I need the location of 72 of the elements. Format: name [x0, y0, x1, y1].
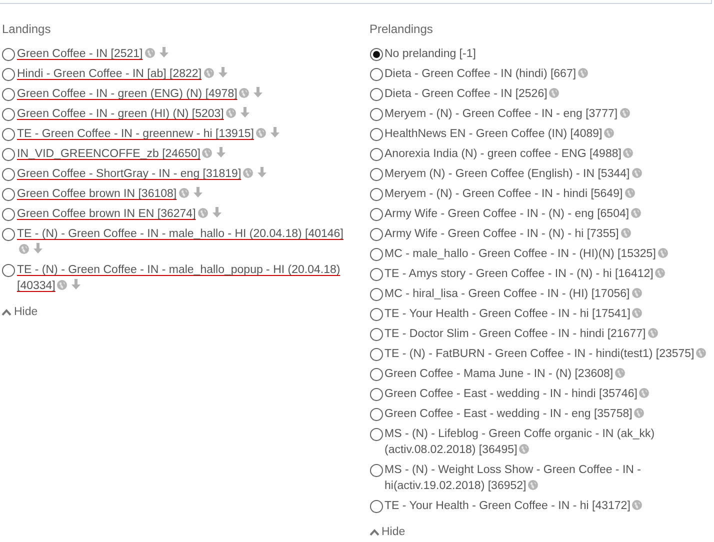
prelanding-label[interactable]: Anorexia India (N) - green coffee - ENG [4988]: [384, 146, 634, 162]
prelanding-label[interactable]: Green Coffee - Mama June - IN - (N) [23608]: [384, 366, 626, 382]
prelanding-label[interactable]: Meryem - (N) - Green Coffee - IN - hindi [5649]: [384, 186, 635, 202]
prelanding-label[interactable]: MS - (N) - Weight Loss Show - Green Coffee - IN - hi(activ.19.02.2018) [36952]: [384, 462, 714, 494]
radio-button[interactable]: [370, 128, 382, 141]
radio-button[interactable]: [2, 188, 15, 201]
radio-button[interactable]: [370, 68, 382, 81]
section-title: Prelandings: [370, 21, 434, 38]
radio-button[interactable]: [370, 188, 382, 201]
radio-button[interactable]: [370, 108, 382, 121]
radio-button[interactable]: [2, 88, 15, 101]
prelanding-label[interactable]: MS - (N) - Lifeblog - Green Coffe organic - IN (ak_kk) (activ.08.02.2018) [36495]: [384, 426, 714, 458]
prelanding-label[interactable]: Army Wife - Green Coffee - IN - (N) - eng [6504]: [384, 206, 642, 222]
landing-link[interactable]: Green Coffee - ShortGray - IN - eng [31819]: [17, 166, 268, 182]
hide-button[interactable]: Hide: [2, 304, 38, 322]
prelanding-label[interactable]: Green Coffee - East - wedding - IN - hindi [35746]: [384, 386, 650, 402]
prelanding-label[interactable]: Dieta - Green Coffee - IN [2526]: [384, 86, 560, 102]
prelanding-label[interactable]: TE - Doctor Slim - Green Coffee - IN - hindi [21677]: [384, 326, 658, 342]
landing-link[interactable]: Green Coffee brown IN EN [36274]: [17, 206, 222, 222]
landing-link[interactable]: Hindi - Green Coffee - IN [ab] [2822]: [17, 66, 228, 82]
prelanding-label[interactable]: Meryem (N) - Green Coffee (English) - IN [5344]: [384, 166, 642, 182]
section-title: Landings: [2, 21, 52, 38]
prelanding-label[interactable]: Meryem - (N) - Green Coffee - IN - eng [3777]: [384, 106, 630, 122]
radio-button[interactable]: [370, 168, 382, 181]
radio-button[interactable]: [370, 428, 382, 441]
radio-button[interactable]: [370, 388, 382, 401]
landing-link[interactable]: TE - (N) - Green Coffee - IN - male_hallo - HI (20.04.18) [40146]: [17, 226, 344, 258]
chevron-up-icon: [370, 529, 378, 536]
prelanding-label[interactable]: TE - Your Health - Green Coffee - IN - hi [17541]: [384, 306, 642, 322]
prelanding-label[interactable]: TE - Your Health - Green Coffee - IN - hi [43172]: [384, 498, 642, 514]
landing-link[interactable]: IN_VID_GREENCOFFE_zb [24650]: [17, 146, 226, 162]
radio-button[interactable]: [370, 464, 382, 477]
radio-button[interactable]: [370, 408, 382, 421]
landing-link[interactable]: TE - Green Coffee - IN - greennew - hi [13915]: [17, 126, 280, 142]
radio-button[interactable]: [370, 368, 382, 381]
landing-link[interactable]: Green Coffee - IN - green (ENG) (N) [4978]: [17, 86, 264, 102]
radio-button[interactable]: [370, 228, 382, 241]
radio-button[interactable]: [370, 208, 382, 221]
hide-button[interactable]: Hide: [370, 524, 406, 542]
prelanding-label[interactable]: HealthNews EN - Green Coffee (IN) [4089]: [384, 126, 614, 142]
radio-button[interactable]: [2, 68, 15, 81]
radio-button[interactable]: [370, 328, 382, 341]
radio-button[interactable]: [370, 148, 382, 161]
radio-button[interactable]: [2, 208, 15, 221]
prelanding-label[interactable]: No prelanding [-1]: [384, 46, 476, 62]
radio-button[interactable]: [370, 88, 382, 101]
radio-button[interactable]: [370, 288, 382, 301]
radio-button[interactable]: [2, 108, 15, 121]
radio-button[interactable]: [370, 48, 382, 61]
prelanding-label[interactable]: Dieta - Green Coffee - IN (hindi) [667]: [384, 66, 588, 82]
prelanding-label[interactable]: Green Coffee - East - wedding - IN - eng [35758]: [384, 406, 644, 422]
landing-link[interactable]: Green Coffee brown IN [36108]: [17, 186, 203, 202]
landing-link[interactable]: Green Coffee - IN - green (HI) (N) [5203]: [17, 106, 250, 122]
radio-button[interactable]: [370, 248, 382, 261]
landing-link[interactable]: Green Coffee - IN [2521]: [17, 46, 169, 62]
radio-button[interactable]: [370, 268, 382, 281]
prelanding-label[interactable]: MC - hiral_lisa - Green Coffee - IN - (HI) [17056]: [384, 286, 642, 302]
radio-button[interactable]: [2, 148, 15, 161]
prelanding-label[interactable]: MC - male_hallo - Green Coffee - IN - (HI)(N) [15325]: [384, 246, 668, 262]
radio-button[interactable]: [2, 168, 15, 181]
prelanding-label[interactable]: Army Wife - Green Coffee - IN - (N) - hi [7355]: [384, 226, 631, 242]
chevron-up-icon: [2, 309, 11, 316]
landing-link[interactable]: TE - (N) - Green Coffee - IN - male_hallo_popup - HI (20.04.18) [40334]: [17, 262, 344, 294]
radio-button[interactable]: [2, 264, 15, 277]
prelanding-label[interactable]: TE - Amys story - Green Coffee - IN - (N) - hi [16412]: [384, 266, 666, 282]
radio-button[interactable]: [370, 308, 382, 321]
radio-button[interactable]: [370, 500, 382, 513]
radio-button[interactable]: [2, 128, 15, 141]
prelanding-label[interactable]: TE - (N) - FatBURN - Green Coffee - IN - hindi(test1) [23575]: [384, 346, 706, 362]
radio-button[interactable]: [2, 48, 15, 61]
radio-button[interactable]: [2, 228, 15, 241]
radio-button[interactable]: [370, 348, 382, 361]
